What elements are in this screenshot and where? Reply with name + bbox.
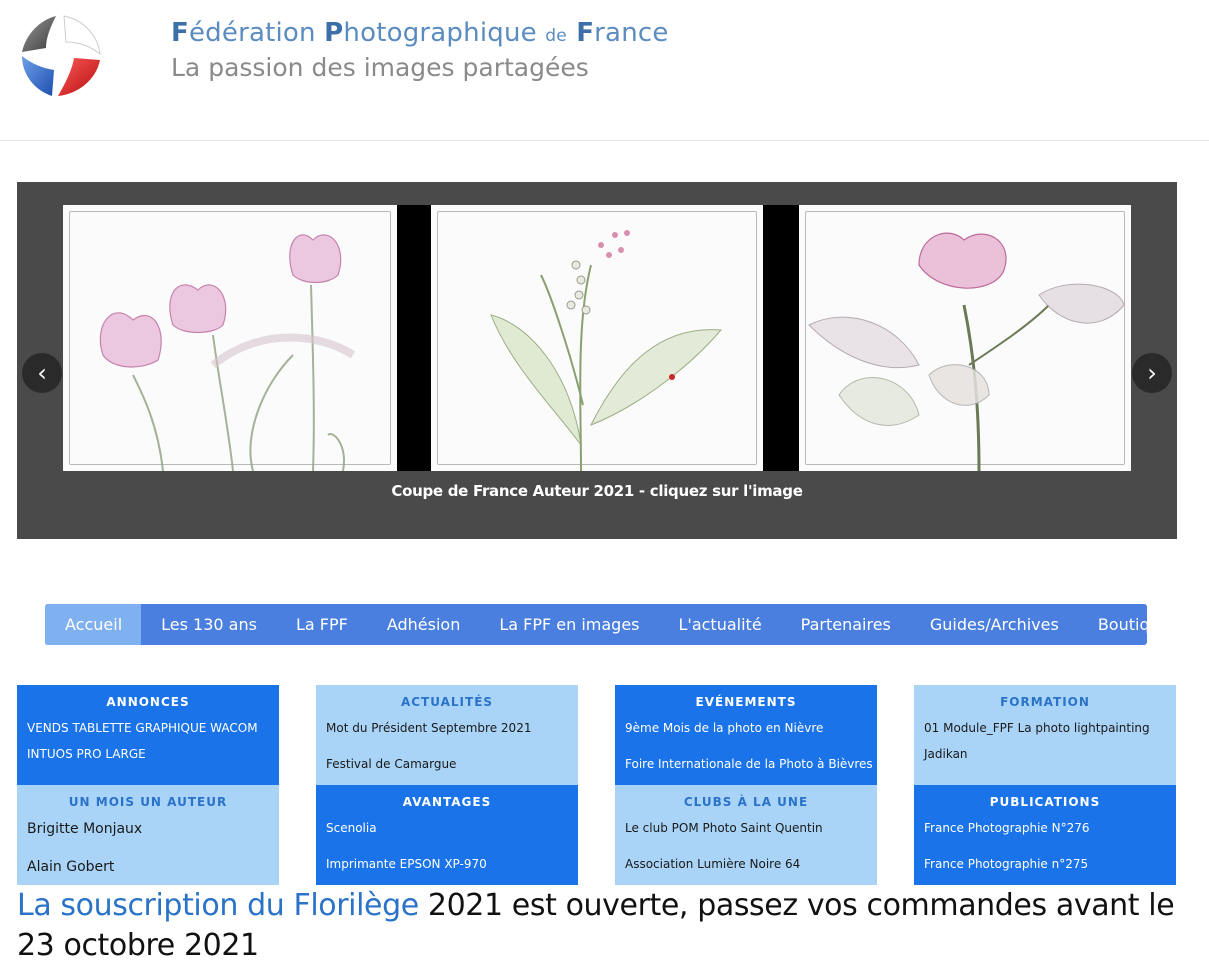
aperture-logo-icon[interactable]	[16, 12, 104, 100]
box-title: PUBLICATIONS	[989, 795, 1101, 809]
box-link[interactable]: Imprimante EPSON XP-970	[316, 851, 578, 877]
box-link[interactable]: Le club POM Photo Saint Quentin	[615, 815, 877, 841]
avantages-box: AVANTAGES Scenolia Imprimante EPSON XP-9…	[316, 785, 578, 885]
slides-strip	[63, 205, 1131, 471]
nav-item-actualite[interactable]: L'actualité	[659, 604, 781, 645]
clubs-box: CLUBS À LA UNE Le club POM Photo Saint Q…	[615, 785, 877, 885]
nav-item-accueil[interactable]: Accueil	[45, 604, 142, 645]
nav-item-fpf-en-images[interactable]: La FPF en images	[479, 604, 658, 645]
slider-prev-button[interactable]: ‹	[22, 353, 62, 393]
site-title-part: P	[324, 18, 344, 48]
box-link[interactable]: France Photographie n°275	[914, 851, 1176, 877]
box-title: ANNONCES	[106, 695, 190, 709]
site-title-part: de	[545, 26, 567, 46]
box-link[interactable]: Alain Gobert	[17, 853, 279, 881]
box-title: CLUBS À LA UNE	[683, 795, 809, 809]
slide-image-rose[interactable]	[799, 205, 1131, 471]
box-link[interactable]: VENDS TABLETTE GRAPHIQUE WACOM INTUOS PR…	[17, 715, 279, 767]
box-link[interactable]: Association Lumière Noire 64	[615, 851, 877, 877]
slide-image-lily[interactable]	[431, 205, 763, 471]
florilege-link[interactable]: La souscription du Florilège	[17, 888, 419, 923]
box-title: AVANTAGES	[402, 795, 492, 809]
box-link[interactable]: Festival de Camargue	[316, 751, 578, 777]
formation-box: FORMATION 01 Module_FPF La photo lightpa…	[914, 685, 1176, 785]
nav-item-partenaires[interactable]: Partenaires	[781, 604, 910, 645]
site-title-part: F	[566, 18, 595, 48]
site-header: Fédération Photographique de France La p…	[0, 0, 1209, 141]
publications-box: PUBLICATIONS France Photographie N°276 F…	[914, 785, 1176, 885]
nav-item-la-fpf[interactable]: La FPF	[276, 604, 367, 645]
nav-item-130-ans[interactable]: Les 130 ans	[141, 604, 276, 645]
annonces-box: ANNONCES VENDS TABLETTE GRAPHIQUE WACOM …	[17, 685, 279, 785]
mois-auteur-box: UN MOIS UN AUTEUR Brigitte Monjaux Alain…	[17, 785, 279, 885]
box-link[interactable]: 01 Module_FPF La photo lightpainting Jad…	[914, 715, 1176, 767]
site-title-part: rance	[594, 18, 669, 48]
box-title: ACTUALITÉS	[400, 695, 494, 709]
site-title-part: hotographique	[343, 18, 546, 48]
box-title: UN MOIS UN AUTEUR	[68, 795, 228, 809]
box-link[interactable]: 9ème Mois de la photo en Nièvre	[615, 715, 877, 741]
site-title-part: édération	[188, 18, 325, 48]
slider-next-button[interactable]: ›	[1132, 353, 1172, 393]
box-link[interactable]: Foire Internationale de la Photo à Bièvr…	[615, 751, 877, 777]
site-title[interactable]: Fédération Photographique de France	[171, 18, 669, 48]
slider-caption[interactable]: Coupe de France Auteur 2021 - cliquez su…	[17, 482, 1177, 500]
slide-image-tulips[interactable]	[63, 205, 397, 471]
nav-item-adhesion[interactable]: Adhésion	[367, 604, 480, 645]
image-slider: ‹ › Coupe de France Auteur 2021 - clique…	[17, 182, 1177, 539]
box-title: EVÉNEMENTS	[695, 695, 797, 709]
headline: La souscription du Florilège 2021 est ou…	[17, 886, 1192, 966]
chevron-left-icon: ‹	[37, 359, 47, 387]
box-title: FORMATION	[1000, 695, 1090, 709]
nav-item-guides-archives[interactable]: Guides/Archives	[910, 604, 1078, 645]
site-tagline: La passion des images partagées	[171, 53, 589, 82]
evenements-box: EVÉNEMENTS 9ème Mois de la photo en Nièv…	[615, 685, 877, 785]
box-link[interactable]: Scenolia	[316, 815, 578, 841]
site-title-part: F	[171, 18, 189, 48]
main-nav: Accueil Les 130 ans La FPF Adhésion La F…	[45, 604, 1147, 645]
box-link[interactable]: France Photographie N°276	[914, 815, 1176, 841]
box-link[interactable]: Brigitte Monjaux	[17, 815, 279, 843]
chevron-right-icon: ›	[1147, 359, 1157, 387]
nav-item-boutique[interactable]: Boutique	[1078, 604, 1147, 645]
box-link[interactable]: Mot du Président Septembre 2021	[316, 715, 578, 741]
actualites-box: ACTUALITÉS Mot du Président Septembre 20…	[316, 685, 578, 785]
